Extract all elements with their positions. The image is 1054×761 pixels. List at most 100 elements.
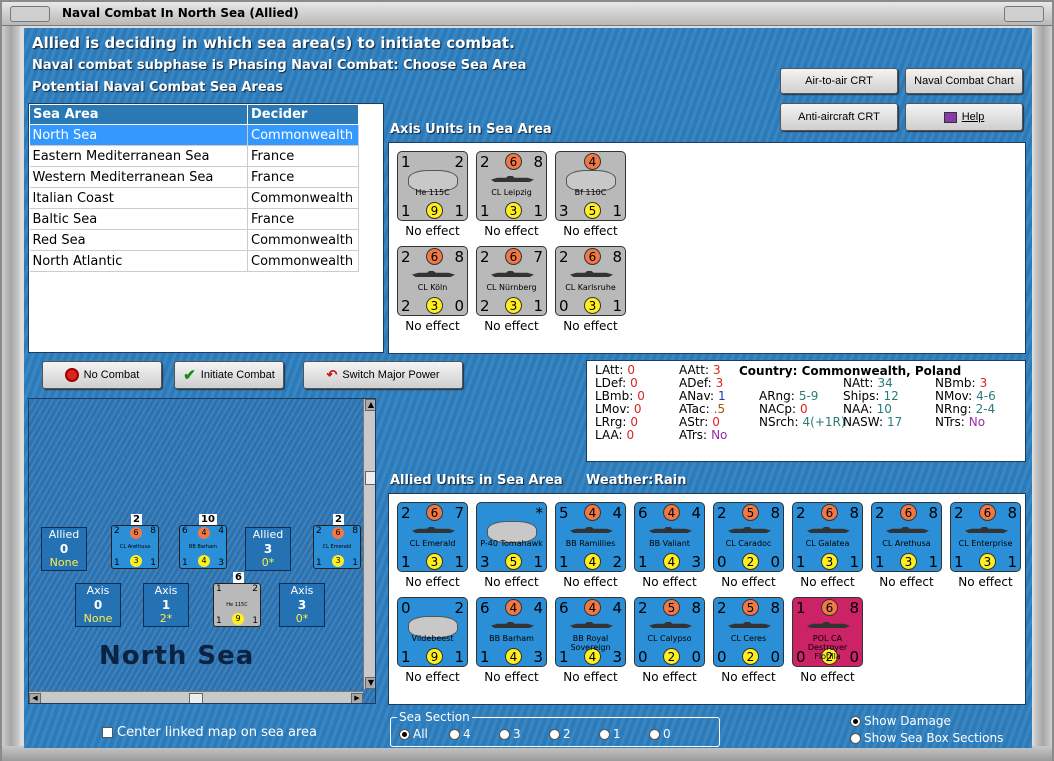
map-unit-counter[interactable]: 2 8 1 1 6 3 CL Arethusa [111,525,159,569]
naval-unit-counter[interactable]: 6 4 1 3 4 4 BB Royal Sovereign [555,597,626,667]
axis-sea-box[interactable]: Axis 1 2* [143,583,189,627]
unit-cell[interactable]: 2 8 1 1 6 3 CL Arethusa No effect [871,502,942,592]
table-row[interactable]: Western Mediterranean Sea France [29,166,359,188]
unit-cell[interactable]: 3 1 4 5 Bf 110C No effect [555,151,626,241]
naval-unit-counter[interactable]: 2 8 1 1 6 3 CL Galatea [792,502,863,572]
unit-cell[interactable]: 1 2 1 1 9 He 115C No effect [397,151,468,241]
axis-sea-box[interactable]: Axis 3 0* [279,583,325,627]
naval-unit-counter[interactable]: 2 8 0 0 5 2 CL Calypso [634,597,705,667]
unit-cell[interactable]: 6 4 1 3 4 4 BB Barham No effect [476,597,547,687]
center-map-checkbox-row[interactable]: Center linked map on sea area [102,725,317,740]
scroll-right-icon[interactable]: ▶ [351,693,363,703]
table-row[interactable]: Red Sea Commonwealth [29,229,359,251]
col-sea-area[interactable]: Sea Area [29,104,248,125]
axis-sea-box[interactable]: Axis 0 None [75,583,121,627]
switch-major-power-button[interactable]: ↶ Switch Major Power [303,361,463,389]
table-row[interactable]: North Sea Commonwealth [29,124,359,146]
air-unit-counter[interactable]: 3 1 4 5 Bf 110C [555,151,626,221]
naval-unit-counter[interactable]: 2 8 0 1 6 3 CL Karlsruhe [555,246,626,316]
window-menu-button[interactable] [10,6,50,22]
sea-section-option[interactable]: 4 [449,727,471,741]
unit-cell[interactable]: 2 8 1 1 6 3 CL Leipzig No effect [476,151,547,241]
naval-unit-counter[interactable]: 2 7 2 1 6 3 CL Nürnberg [476,246,547,316]
show-damage-radio[interactable] [850,716,861,727]
sea-section-radio[interactable] [599,729,610,740]
air-unit-counter[interactable]: 0 2 1 1 9 Vildebeest [397,597,468,667]
table-row[interactable]: Baltic Sea France [29,208,359,230]
unit-cell[interactable]: 2 8 0 0 5 2 CL Ceres No effect [713,597,784,687]
sea-section-option[interactable]: All [399,727,428,741]
allied-sea-box[interactable]: Allied 0 None [41,527,87,571]
sea-section-radio[interactable] [399,729,410,740]
sea-area-map[interactable]: Allied 0 None Allied 3 0* Axis 0 None Axis 1 2* Axis… [28,398,376,704]
map-unit-counter[interactable]: 1 2 1 1 9 He 115C [213,583,261,627]
naval-unit-counter[interactable]: 6 4 1 3 4 4 BB Valiant [634,502,705,572]
center-map-checkbox[interactable] [102,727,113,738]
sea-section-radio[interactable] [499,729,510,740]
sea-section-option[interactable]: 2 [549,727,571,741]
naval-unit-counter[interactable]: 2 8 0 0 5 2 CL Caradoc [713,502,784,572]
sea-section-radio[interactable] [449,729,460,740]
naval-unit-counter[interactable]: 2 8 2 0 6 3 CL Köln [397,246,468,316]
air-unit-counter[interactable]: * 3 1 5 P-40 Tomahawk [476,502,547,572]
unit-cell[interactable]: 2 8 1 1 6 3 CL Enterprise No effect [950,502,1021,592]
unit-cell[interactable]: * 3 1 5 P-40 Tomahawk No effect [476,502,547,592]
air-unit-counter[interactable]: 1 2 1 1 9 He 115C [397,151,468,221]
horizontal-scroll-thumb[interactable] [189,693,203,703]
show-sea-box-radio[interactable] [850,733,861,744]
sea-section-radio[interactable] [649,729,660,740]
vertical-scroll-thumb[interactable] [365,471,375,485]
unit-value-tr: 8 [849,504,859,522]
unit-cell[interactable]: 0 2 1 1 9 Vildebeest No effect [397,597,468,687]
map-unit-counter[interactable]: 2 8 1 1 6 3 CL Emerald [313,525,361,569]
sea-section-option-label: All [413,727,428,741]
naval-unit-counter[interactable]: 2 7 1 1 6 3 CL Emerald [397,502,468,572]
show-damage-option[interactable]: Show Damage [850,714,951,728]
sea-section-option[interactable]: 3 [499,727,521,741]
naval-unit-counter[interactable]: 5 4 1 2 4 4 BB Ramillies [555,502,626,572]
col-decider[interactable]: Decider [247,104,359,125]
naval-unit-counter[interactable]: 2 8 1 1 6 3 CL Leipzig [476,151,547,221]
show-sea-box-option[interactable]: Show Sea Box Sections [850,731,1003,745]
unit-cell[interactable]: 5 4 1 2 4 4 BB Ramillies No effect [555,502,626,592]
sea-section-radio[interactable] [549,729,560,740]
scroll-down-icon[interactable]: ▼ [365,677,375,689]
sea-section-option[interactable]: 0 [649,727,671,741]
naval-unit-counter[interactable]: 2 8 1 1 6 3 CL Enterprise [950,502,1021,572]
unit-cell[interactable]: 2 8 0 0 5 2 CL Calypso No effect [634,597,705,687]
unit-cell[interactable]: 6 4 1 3 4 4 BB Royal Sovereign No effect [555,597,626,687]
scroll-left-icon[interactable]: ◀ [29,693,41,703]
unit-cell[interactable]: 1 8 0 0 6 2 POL CA Destroyer Flotilla No effect [792,597,863,687]
unit-cell[interactable]: 2 8 0 0 5 2 CL Caradoc No effect [713,502,784,592]
naval-unit-counter[interactable]: 2 8 1 1 6 3 CL Arethusa [871,502,942,572]
table-row[interactable]: North Atlantic Commonwealth [29,250,359,272]
no-combat-button[interactable]: No Combat [42,361,162,389]
decider-cell: Commonwealth [247,250,359,272]
help-button[interactable]: Help [905,103,1023,131]
unit-cell[interactable]: 6 4 1 3 4 4 BB Valiant No effect [634,502,705,592]
air-to-air-crt-button[interactable]: Air-to-air CRT [780,68,898,94]
unit-cell[interactable]: 2 8 0 1 6 3 CL Karlsruhe No effect [555,246,626,336]
scroll-up-icon[interactable]: ▲ [365,399,375,411]
table-row[interactable]: Eastern Mediterranean Sea France [29,145,359,167]
naval-combat-chart-button[interactable]: Naval Combat Chart [905,68,1023,94]
table-row[interactable]: Italian Coast Commonwealth [29,187,359,209]
sea-section-option[interactable]: 1 [599,727,621,741]
naval-unit-counter[interactable]: 1 8 0 0 6 2 POL CA Destroyer Flotilla [792,597,863,667]
map-unit-counter[interactable]: 6 4 1 3 4 4 BB Barham [179,525,227,569]
initiate-combat-button[interactable]: ✔ Initiate Combat [174,361,284,389]
naval-unit-counter[interactable]: 6 4 1 3 4 4 BB Barham [476,597,547,667]
switch-arrow-icon: ↶ [326,367,338,382]
anti-aircraft-crt-button[interactable]: Anti-aircraft CRT [780,103,898,131]
map-vertical-scrollbar[interactable]: ▲ ▼ [363,399,375,689]
map-horizontal-scrollbar[interactable]: ◀ ▶ [29,691,363,703]
unit-attack-circle: 6 [426,248,443,265]
naval-unit-counter[interactable]: 2 8 0 0 5 2 CL Ceres [713,597,784,667]
window-close-button[interactable] [1004,6,1044,22]
unit-cell[interactable]: 2 7 2 1 6 3 CL Nürnberg No effect [476,246,547,336]
allied-sea-box[interactable]: Allied 3 0* [245,527,291,571]
stat-value: 4(+1R) [802,415,846,429]
unit-cell[interactable]: 2 8 1 1 6 3 CL Galatea No effect [792,502,863,592]
unit-cell[interactable]: 2 7 1 1 6 3 CL Emerald No effect [397,502,468,592]
unit-cell[interactable]: 2 8 2 0 6 3 CL Köln No effect [397,246,468,336]
